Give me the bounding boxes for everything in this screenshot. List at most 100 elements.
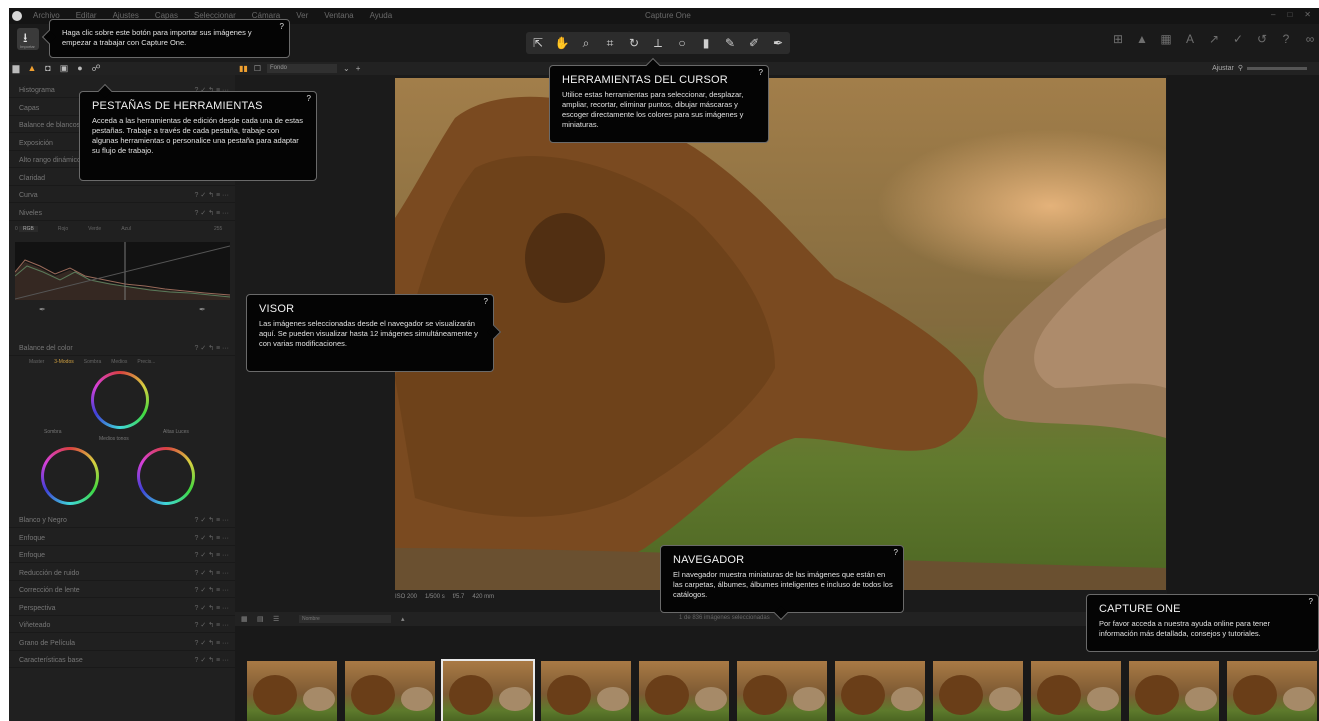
levels-tab-red[interactable]: Rojo: [58, 226, 68, 232]
zoom-icon[interactable]: ⌕: [577, 36, 595, 51]
grid-icon[interactable]: ⊞: [1109, 32, 1127, 46]
levels-tab-rgb[interactable]: RGB: [19, 226, 38, 232]
zoom-icon[interactable]: ⚲: [1238, 62, 1243, 75]
crop-icon[interactable]: ⌗: [601, 36, 619, 51]
tool-section[interactable]: Características base ? ✓ ↰ ≡ ···: [9, 653, 235, 668]
color-tab-icon[interactable]: ●: [75, 62, 85, 75]
master-color-wheel[interactable]: [91, 371, 149, 429]
levels-histogram[interactable]: [15, 242, 230, 300]
help-icon[interactable]: ?: [894, 548, 898, 557]
section-tools-icon[interactable]: ? ✓ ↰ ≡ ···: [195, 636, 229, 651]
section-color-balance[interactable]: Balance del color ? ✓ ↰ ≡ ···: [9, 341, 235, 356]
section-tools-icon[interactable]: ? ✓ ↰ ≡ ···: [195, 566, 229, 581]
section-tools-icon[interactable]: ? ✓ ↰ ≡ ···: [195, 513, 229, 528]
tool-section[interactable]: Niveles ? ✓ ↰ ≡ ···: [9, 206, 235, 221]
proof-glasses-icon[interactable]: ∞: [1301, 32, 1319, 46]
section-tools-icon[interactable]: ? ✓ ↰ ≡ ···: [195, 548, 229, 563]
spot-removal-icon[interactable]: ○: [673, 36, 691, 50]
tool-section[interactable]: Curva ? ✓ ↰ ≡ ···: [9, 188, 235, 203]
section-tools-icon[interactable]: ? ✓ ↰ ≡ ···: [195, 583, 229, 598]
menu-ver[interactable]: Ver: [296, 11, 308, 20]
help-icon[interactable]: ?: [307, 94, 311, 103]
single-view-icon[interactable]: ▮▮: [239, 64, 248, 73]
mask-brush-icon[interactable]: ✎: [721, 36, 739, 50]
close-button[interactable]: ✕: [1304, 10, 1311, 19]
levels-tab-green[interactable]: Verde: [88, 226, 101, 232]
help-icon[interactable]: ?: [1309, 597, 1313, 606]
thumbnail[interactable]: [441, 659, 535, 721]
details-tab-icon[interactable]: ☍: [91, 62, 101, 75]
color-tab-master[interactable]: Master: [29, 359, 44, 365]
white-point-picker-icon[interactable]: ✒: [199, 305, 206, 314]
exposure-tab-icon[interactable]: ▲: [27, 62, 37, 75]
grid-view-icon[interactable]: ▦: [241, 615, 248, 623]
tool-section[interactable]: Grano de Película ? ✓ ↰ ≡ ···: [9, 636, 235, 651]
exposure-warning-icon[interactable]: ▲: [1133, 32, 1151, 46]
annotate-icon[interactable]: ✒: [769, 36, 787, 50]
tool-section[interactable]: Reducción de ruido ? ✓ ↰ ≡ ···: [9, 566, 235, 581]
viewer-image[interactable]: [395, 78, 1166, 590]
highlight-color-wheel[interactable]: [137, 447, 195, 505]
thumbnail[interactable]: [1031, 661, 1121, 721]
thumbnail[interactable]: [933, 661, 1023, 721]
zoom-slider[interactable]: [1247, 67, 1307, 70]
section-tools-icon[interactable]: ? ✓ ↰ ≡ ···: [195, 601, 229, 616]
keystone-icon[interactable]: ⟂: [649, 36, 667, 51]
tool-section[interactable]: Blanco y Negro ? ✓ ↰ ≡ ···: [9, 513, 235, 528]
camera-tab-icon[interactable]: ◘: [43, 62, 53, 75]
add-variant-icon[interactable]: +: [356, 64, 361, 73]
section-tools-icon[interactable]: ? ✓ ↰ ≡ ···: [195, 188, 229, 203]
thumbnail[interactable]: [541, 661, 631, 721]
section-tools-icon[interactable]: ? ✓ ↰ ≡ ···: [195, 618, 229, 633]
multi-view-icon[interactable]: ☐: [254, 64, 261, 73]
menu-ventana[interactable]: Ventana: [324, 11, 353, 20]
section-tools-icon[interactable]: ? ✓ ↰ ≡ ···: [195, 341, 229, 356]
mask-erase-icon[interactable]: ✐: [745, 36, 763, 50]
list-view-icon[interactable]: ▤: [257, 615, 264, 623]
reset-icon[interactable]: ↺: [1253, 32, 1271, 46]
minimize-button[interactable]: –: [1271, 10, 1275, 19]
white-balance-picker-icon[interactable]: ▮: [697, 36, 715, 50]
thumbnail[interactable]: [1129, 661, 1219, 721]
color-tab-midtones[interactable]: Medios: [111, 359, 127, 365]
levels-tab-blue[interactable]: Azul: [121, 226, 131, 232]
thumbnail[interactable]: [247, 661, 337, 721]
apply-adjustments-icon[interactable]: ↗: [1205, 32, 1223, 46]
tool-section[interactable]: Corrección de lente ? ✓ ↰ ≡ ···: [9, 583, 235, 598]
library-tab-icon[interactable]: ▆: [11, 62, 21, 75]
tool-section[interactable]: Perspectiva ? ✓ ↰ ≡ ···: [9, 601, 235, 616]
thumbnail[interactable]: [639, 661, 729, 721]
copy-apply-icon[interactable]: ✓: [1229, 32, 1247, 46]
thumbnail[interactable]: [835, 661, 925, 721]
help-icon[interactable]: ?: [1277, 32, 1295, 46]
text-icon[interactable]: A: [1181, 32, 1199, 46]
tool-section[interactable]: Enfoque ? ✓ ↰ ≡ ···: [9, 531, 235, 546]
black-point-picker-icon[interactable]: ✒: [39, 305, 46, 314]
color-tab-3way[interactable]: 3-Modos: [54, 359, 73, 365]
rotate-icon[interactable]: ↻: [625, 36, 643, 50]
help-icon[interactable]: ?: [280, 22, 284, 31]
thumbnail[interactable]: [1227, 661, 1317, 721]
shadow-color-wheel[interactable]: [41, 447, 99, 505]
color-tab-precision[interactable]: Precis...: [137, 359, 155, 365]
section-tools-icon[interactable]: ? ✓ ↰ ≡ ···: [195, 206, 229, 221]
copy-icon[interactable]: ▦: [1157, 32, 1175, 46]
lens-tab-icon[interactable]: ▣: [59, 62, 69, 75]
section-tools-icon[interactable]: ? ✓ ↰ ≡ ···: [195, 653, 229, 668]
color-tab-shadow[interactable]: Sombra: [84, 359, 102, 365]
background-select[interactable]: Fondo: [266, 64, 337, 73]
chevron-down-icon[interactable]: ⌄: [343, 64, 350, 73]
thumbnail[interactable]: [345, 661, 435, 721]
tool-section[interactable]: Enfoque ? ✓ ↰ ≡ ···: [9, 548, 235, 563]
filmstrip-view-icon[interactable]: ☰: [273, 615, 279, 623]
section-tools-icon[interactable]: ? ✓ ↰ ≡ ···: [195, 531, 229, 546]
import-button[interactable]: ⭳ Importar: [17, 28, 39, 50]
sort-select[interactable]: Nombre: [299, 615, 391, 623]
maximize-button[interactable]: □: [1287, 10, 1292, 19]
thumbnail[interactable]: [737, 661, 827, 721]
help-icon[interactable]: ?: [484, 297, 488, 306]
help-icon[interactable]: ?: [759, 68, 763, 77]
pointer-select-icon[interactable]: ⇱: [529, 36, 547, 50]
pan-hand-icon[interactable]: ✋: [553, 36, 571, 50]
menu-ayuda[interactable]: Ayuda: [370, 11, 393, 20]
